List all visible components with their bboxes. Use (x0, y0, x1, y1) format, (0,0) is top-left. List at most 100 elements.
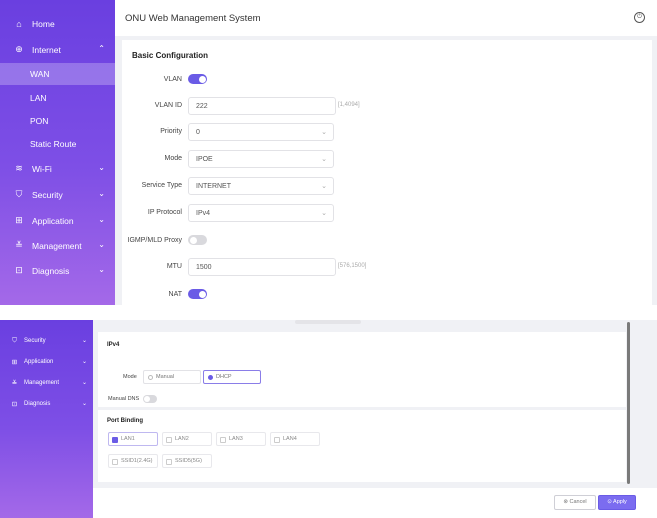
mode-select[interactable]: IPOE ⌄ (188, 150, 334, 168)
vlan-toggle[interactable] (188, 74, 207, 84)
checkbox-label: LAN2 (175, 436, 189, 442)
port-lan4-checkbox[interactable]: LAN4 (270, 432, 320, 446)
sliders-icon: ≚ (15, 240, 23, 250)
sidebar-item-static-route[interactable]: Static Route (0, 133, 115, 155)
ssid5-checkbox[interactable]: SSID5(5G) (162, 454, 212, 468)
option-label: DHCP (216, 374, 232, 380)
sidebar: ⌂ Home ⊕ Internet ⌃ WAN LAN PON Static R… (0, 0, 115, 305)
port-binding-card: Port Binding LAN1 LAN2 LAN3 LAN4 SSID1(2… (98, 410, 626, 482)
field-label: IGMP/MLD Proxy (127, 237, 182, 244)
chevron-down-icon: ⌄ (98, 189, 105, 198)
cancel-button[interactable]: ⊗ Cancel (554, 495, 596, 510)
checkbox-label: SSID1(2.4G) (121, 458, 153, 464)
field-label: Mode (164, 155, 182, 162)
field-label: NAT (168, 291, 182, 298)
port-lan3-checkbox[interactable]: LAN3 (216, 432, 266, 446)
port-lan2-checkbox[interactable]: LAN2 (162, 432, 212, 446)
checkbox-label: LAN4 (283, 436, 297, 442)
chevron-down-icon: ⌄ (321, 183, 327, 190)
checkbox-icon (166, 458, 172, 465)
checkbox-label: LAN3 (229, 436, 243, 442)
sidebar-item-application[interactable]: ⊞ Application ⌄ (0, 352, 93, 372)
radio-selected-icon (208, 375, 213, 380)
button-label: Apply (613, 499, 627, 505)
chevron-down-icon: ⌄ (98, 163, 105, 172)
sidebar-item-label: Diagnosis (32, 265, 70, 276)
ipv4-card: IPv4 Mode Manual DHCP Manual DNS (98, 332, 626, 407)
vlan-id-input[interactable]: 222 (188, 97, 336, 115)
sidebar-item-lan[interactable]: LAN (0, 87, 115, 109)
app-title: ONU Web Management System (125, 13, 261, 24)
ssid1-checkbox[interactable]: SSID1(2.4G) (108, 454, 158, 468)
previous-card-edge (295, 320, 361, 324)
vlan-row: VLAN (122, 71, 652, 89)
field-label: IP Protocol (147, 209, 182, 216)
mtu-row: MTU 1500 [576,1500] (122, 258, 652, 276)
field-label: MTU (166, 263, 182, 270)
home-icon: ⌂ (16, 18, 22, 29)
manual-dns-toggle[interactable] (143, 395, 157, 403)
manual-dns-label: Manual DNS (108, 396, 140, 402)
sidebar-item-security[interactable]: ⛉ Security ⌄ (0, 182, 115, 207)
wifi-icon: ≋ (15, 163, 23, 173)
priority-select[interactable]: 0 ⌄ (188, 123, 334, 141)
field-label: VLAN (163, 76, 182, 83)
chevron-down-icon: ⌄ (321, 129, 327, 136)
logout-icon[interactable]: ⏻ (634, 12, 645, 23)
chevron-down-icon: ⌄ (81, 359, 87, 365)
select-value: IPOE (196, 156, 213, 163)
mode-row: Mode IPOE ⌄ (122, 150, 652, 168)
sidebar-item-label: PON (30, 116, 49, 126)
sidebar-item-internet[interactable]: ⊕ Internet ⌃ (0, 37, 115, 62)
ip-protocol-select[interactable]: IPv4 ⌄ (188, 204, 334, 222)
igmp-toggle[interactable] (188, 235, 207, 245)
sidebar-item-pon[interactable]: PON (0, 110, 115, 132)
chevron-down-icon: ⌄ (98, 215, 105, 224)
sidebar-item-label: Diagnosis (24, 401, 51, 407)
sidebar-item-label: Home (32, 18, 55, 29)
sidebar-item-diagnosis[interactable]: ⊡ Diagnosis ⌄ (0, 258, 115, 283)
checkbox-icon (166, 436, 172, 443)
mtu-input[interactable]: 1500 (188, 258, 336, 276)
field-label: VLAN ID (154, 102, 182, 109)
bottom-panel: ⛉ Security ⌄ ⊞ Application ⌄ ≚ Managemen… (0, 320, 657, 518)
sidebar-item-home[interactable]: ⌂ Home (0, 11, 115, 36)
chevron-up-icon: ⌃ (98, 44, 105, 53)
sidebar-item-diagnosis[interactable]: ⊡ Diagnosis ⌄ (0, 394, 93, 414)
field-label: Priority (160, 128, 182, 135)
section-title: Port Binding (107, 418, 143, 424)
sidebar-item-application[interactable]: ⊞ Application ⌄ (0, 208, 115, 233)
field-label: Service Type (141, 182, 182, 189)
basic-configuration-card: Basic Configuration VLAN VLAN ID 222 [1,… (122, 40, 652, 305)
checkbox-label: SSID5(5G) (175, 458, 202, 464)
chevron-down-icon: ⌄ (98, 265, 105, 274)
header: ONU Web Management System ⏻ (115, 0, 657, 36)
sidebar-item-management[interactable]: ≚ Management ⌄ (0, 233, 115, 258)
checkbox-label: LAN1 (121, 436, 135, 442)
sidebar-item-label: Security (32, 189, 63, 200)
service-type-row: Service Type INTERNET ⌄ (122, 177, 652, 195)
apply-button[interactable]: ⊙ Apply (598, 495, 636, 510)
sidebar-item-label: WAN (30, 69, 50, 79)
chevron-down-icon: ⌄ (98, 240, 105, 249)
sidebar-item-label: Management (32, 240, 82, 251)
button-label: Cancel (569, 499, 587, 505)
mode-option-manual[interactable]: Manual (143, 370, 201, 384)
sidebar-item-wifi[interactable]: ≋ Wi-Fi ⌄ (0, 156, 115, 181)
sidebar-item-label: Application (24, 359, 54, 365)
nat-toggle[interactable] (188, 289, 207, 299)
port-lan1-checkbox[interactable]: LAN1 (108, 432, 158, 446)
sidebar-item-label: LAN (30, 93, 47, 103)
service-type-select[interactable]: INTERNET ⌄ (188, 177, 334, 195)
mode-option-dhcp[interactable]: DHCP (203, 370, 261, 384)
sidebar-item-security[interactable]: ⛉ Security ⌄ (0, 331, 93, 351)
chevron-down-icon: ⌄ (81, 401, 87, 407)
vlan-id-row: VLAN ID 222 [1,4094] (122, 97, 652, 115)
scrollbar[interactable] (627, 322, 630, 484)
sidebar-item-wan[interactable]: WAN (0, 63, 115, 85)
input-value: 222 (196, 103, 208, 110)
radio-icon (148, 375, 153, 380)
option-label: Manual (156, 374, 175, 380)
sidebar-item-management[interactable]: ≚ Management ⌄ (0, 373, 93, 393)
top-panel: ⌂ Home ⊕ Internet ⌃ WAN LAN PON Static R… (0, 0, 657, 305)
